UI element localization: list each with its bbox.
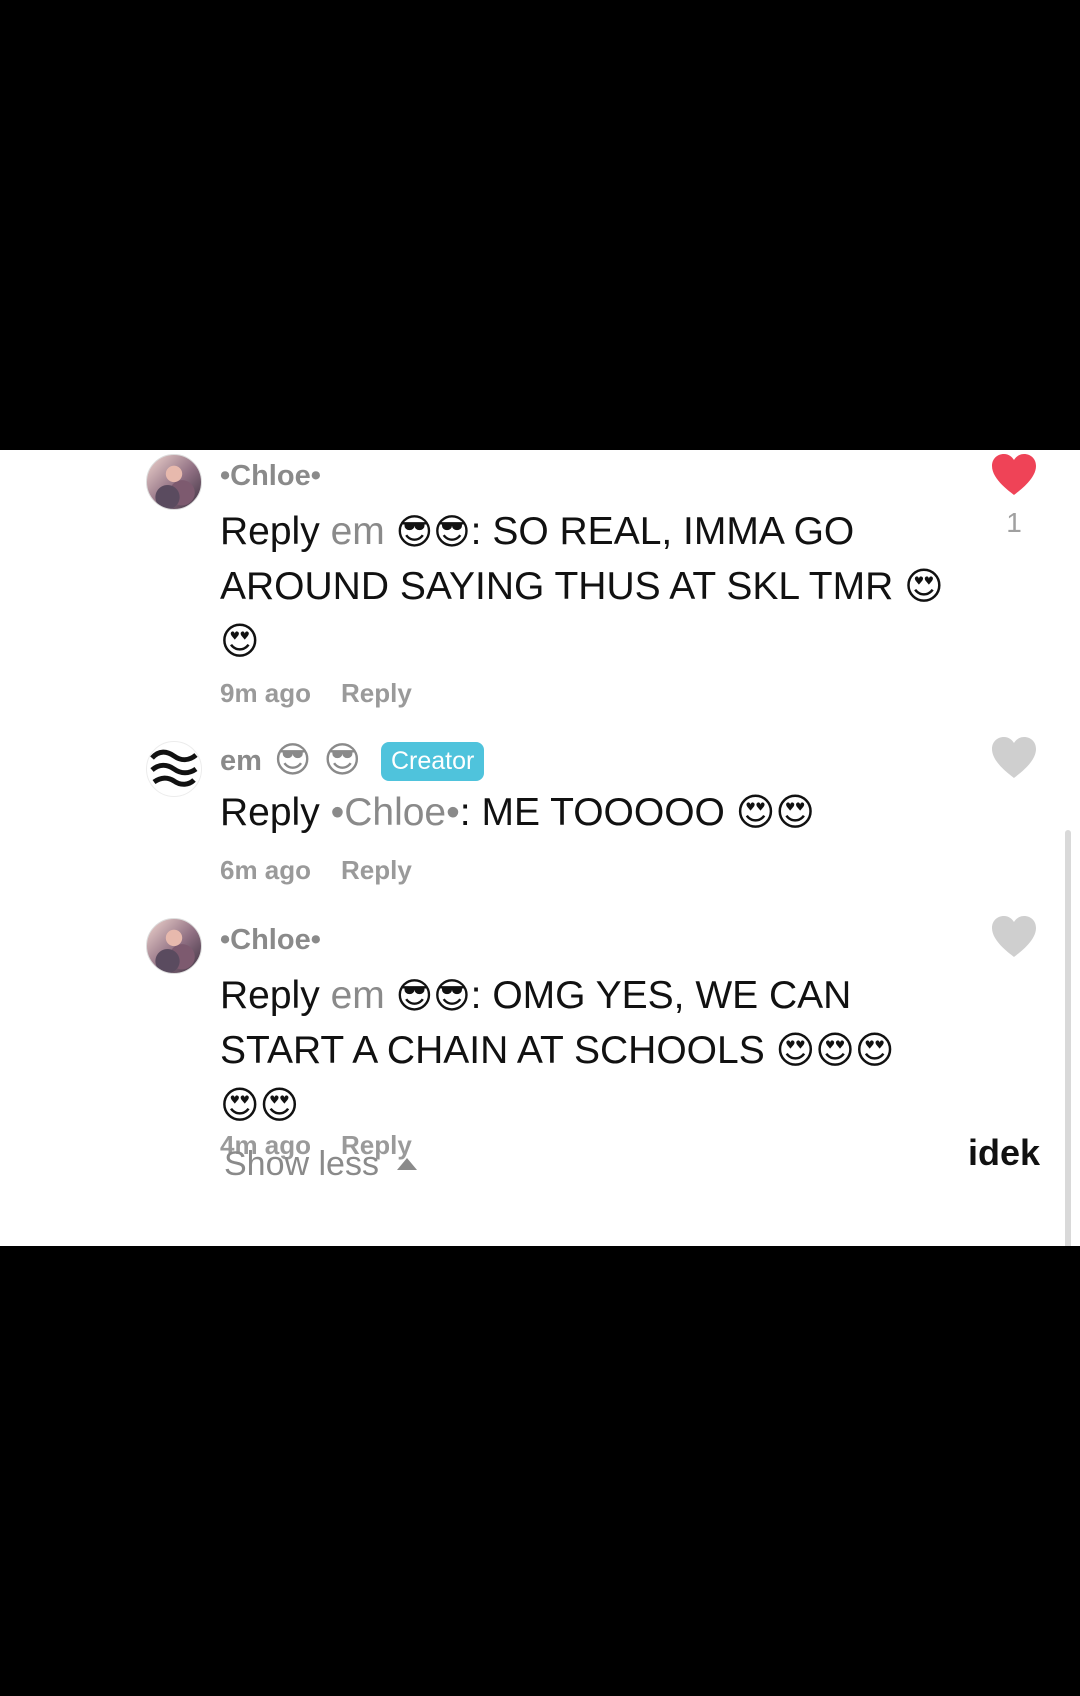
- comment-thread-panel: •Chloe• Reply em 😎😎: SO REAL, IMMA GO AR…: [0, 450, 1080, 1246]
- reply-target-username[interactable]: •Chloe•: [331, 791, 460, 834]
- heart-icon[interactable]: [988, 452, 1040, 498]
- sunglasses-emoji-icon: 😎: [273, 740, 312, 781]
- sunglasses-emoji-icon: 😎: [395, 512, 434, 553]
- reply-prefix: Reply: [220, 510, 320, 553]
- like-count: 1: [1006, 507, 1022, 538]
- comment-text-2: Reply •Chloe•: ME TOOOOO 😍😍: [220, 785, 980, 840]
- heart-eyes-emoji-icon: 😍: [220, 1083, 260, 1127]
- avatar-em[interactable]: [146, 741, 202, 797]
- heart-icon[interactable]: [988, 735, 1040, 781]
- avatar-chloe[interactable]: [146, 454, 202, 510]
- comment-message-text: : SO REAL, IMMA GO AROUND SAYING THUS AT…: [220, 510, 894, 608]
- username-em[interactable]: em: [220, 745, 262, 778]
- heart-eyes-emoji-icon: 😍: [775, 790, 815, 834]
- heart-eyes-emoji-icon: 😍: [220, 619, 260, 663]
- comment-text-1: Reply em 😎😎: SO REAL, IMMA GO AROUND SAY…: [220, 504, 980, 669]
- reply-target-username[interactable]: em: [331, 974, 385, 1017]
- triangle-up-icon: [396, 1157, 417, 1170]
- heart-eyes-emoji-icon: 😍: [815, 1028, 855, 1072]
- comment-header-2: em 😎 😎 Creator: [220, 739, 485, 783]
- username-chloe[interactable]: •Chloe•: [220, 460, 321, 493]
- sunglasses-emoji-icon: 😎: [433, 976, 471, 1017]
- sunglasses-emoji-icon: 😎: [433, 512, 471, 553]
- sunglasses-emoji-icon: 😎: [323, 740, 361, 781]
- scrollbar[interactable]: [1065, 830, 1071, 1246]
- show-less-label: Show less: [224, 1145, 379, 1183]
- sunglasses-emoji-icon: 😎: [395, 976, 434, 1017]
- show-less-button[interactable]: Show less: [224, 1145, 417, 1184]
- reply-prefix: Reply: [220, 974, 320, 1017]
- comment-meta-1: 9m ago Reply: [220, 678, 412, 709]
- heart-icon[interactable]: [988, 914, 1040, 960]
- watermark-text: idek: [968, 1132, 1041, 1173]
- comment-text-3: Reply em 😎😎: OMG YES, WE CAN START A CHA…: [220, 968, 980, 1133]
- creator-badge: Creator: [380, 741, 485, 781]
- reply-prefix: Reply: [220, 791, 320, 834]
- heart-eyes-emoji-icon: 😍: [854, 1028, 895, 1072]
- heart-eyes-emoji-icon: 😍: [735, 790, 776, 834]
- heart-eyes-emoji-icon: 😍: [904, 564, 944, 608]
- comment-time: 6m ago: [220, 855, 312, 885]
- username-chloe[interactable]: •Chloe•: [220, 924, 321, 957]
- comment-meta-2: 6m ago Reply: [220, 855, 412, 886]
- comment-header-3: •Chloe•: [220, 918, 321, 962]
- reply-button[interactable]: Reply: [341, 678, 412, 709]
- heart-eyes-emoji-icon: 😍: [775, 1028, 816, 1072]
- reply-target-username[interactable]: em: [331, 510, 385, 553]
- heart-eyes-emoji-icon: 😍: [259, 1083, 300, 1127]
- reply-button[interactable]: Reply: [341, 855, 412, 886]
- comment-message-text: : ME TOOOOO: [459, 791, 725, 834]
- comment-header-1: •Chloe•: [220, 454, 321, 498]
- avatar-chloe[interactable]: [146, 918, 202, 974]
- comment-time: 9m ago: [220, 678, 312, 708]
- avatar-text-logo: [149, 744, 199, 794]
